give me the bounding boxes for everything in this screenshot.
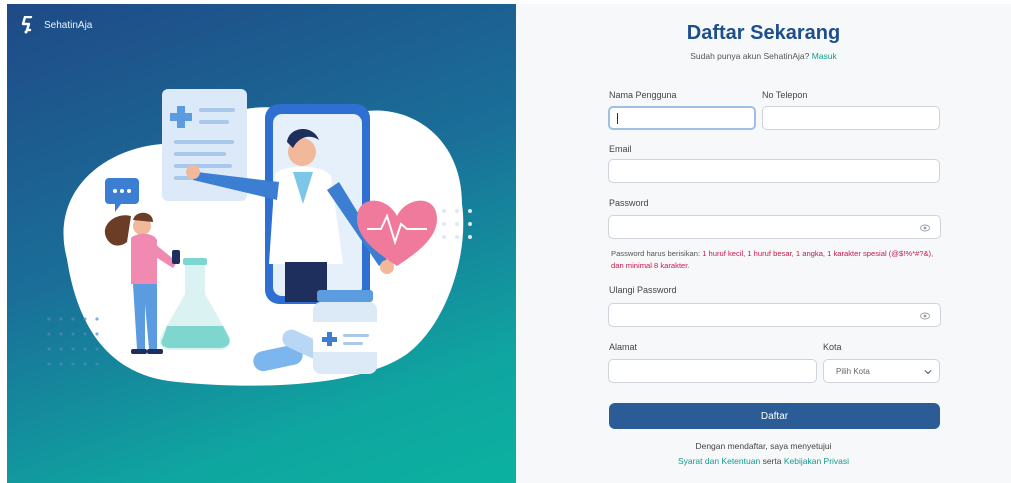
eye-icon[interactable] — [920, 311, 930, 321]
password-hint: Password harus berisikan: 1 huruf kecil,… — [611, 248, 946, 272]
password-hint-prefix: Password harus berisikan: — [611, 249, 701, 258]
eye-icon[interactable] — [920, 223, 930, 233]
privacy-link[interactable]: Kebijakan Privasi — [784, 456, 849, 466]
terms-links: Syarat dan Ketentuan serta Kebijakan Pri… — [516, 456, 1011, 466]
phone-label: No Telepon — [762, 90, 808, 100]
chevron-down-icon — [924, 370, 932, 375]
city-label: Kota — [823, 342, 842, 352]
password-field[interactable] — [608, 215, 941, 239]
confirm-password-field[interactable] — [608, 303, 941, 327]
terms-link[interactable]: Syarat dan Ketentuan — [678, 456, 760, 466]
hero-panel: SehatinAja — [7, 4, 516, 483]
email-field[interactable] — [608, 159, 940, 183]
city-select[interactable]: Pilih Kota — [823, 359, 940, 383]
address-label: Alamat — [609, 342, 638, 352]
password-label: Password — [609, 198, 649, 208]
email-label: Email — [609, 144, 632, 154]
terms-conjunction: serta — [762, 456, 782, 466]
address-field[interactable] — [608, 359, 817, 383]
login-prompt: Sudah punya akun SehatinAja? Masuk — [516, 51, 1011, 61]
text-caret — [617, 113, 618, 124]
page-title: Daftar Sekarang — [686, 22, 841, 44]
register-panel: Daftar Sekarang Sudah punya akun Sehatin… — [516, 4, 1011, 483]
username-field[interactable] — [608, 106, 756, 130]
phone-field[interactable] — [762, 106, 940, 130]
register-button[interactable]: Daftar — [609, 403, 940, 429]
username-label: Nama Pengguna — [609, 90, 677, 100]
login-link[interactable]: Masuk — [812, 51, 837, 61]
confirm-password-label: Ulangi Password — [609, 285, 677, 295]
doctor-telehealth-illustration — [47, 89, 472, 386]
terms-text: Dengan mendaftar, saya menyetujui — [695, 441, 832, 451]
city-select-value: Pilih Kota — [836, 367, 870, 376]
login-prompt-text: Sudah punya akun SehatinAja? — [690, 51, 810, 61]
